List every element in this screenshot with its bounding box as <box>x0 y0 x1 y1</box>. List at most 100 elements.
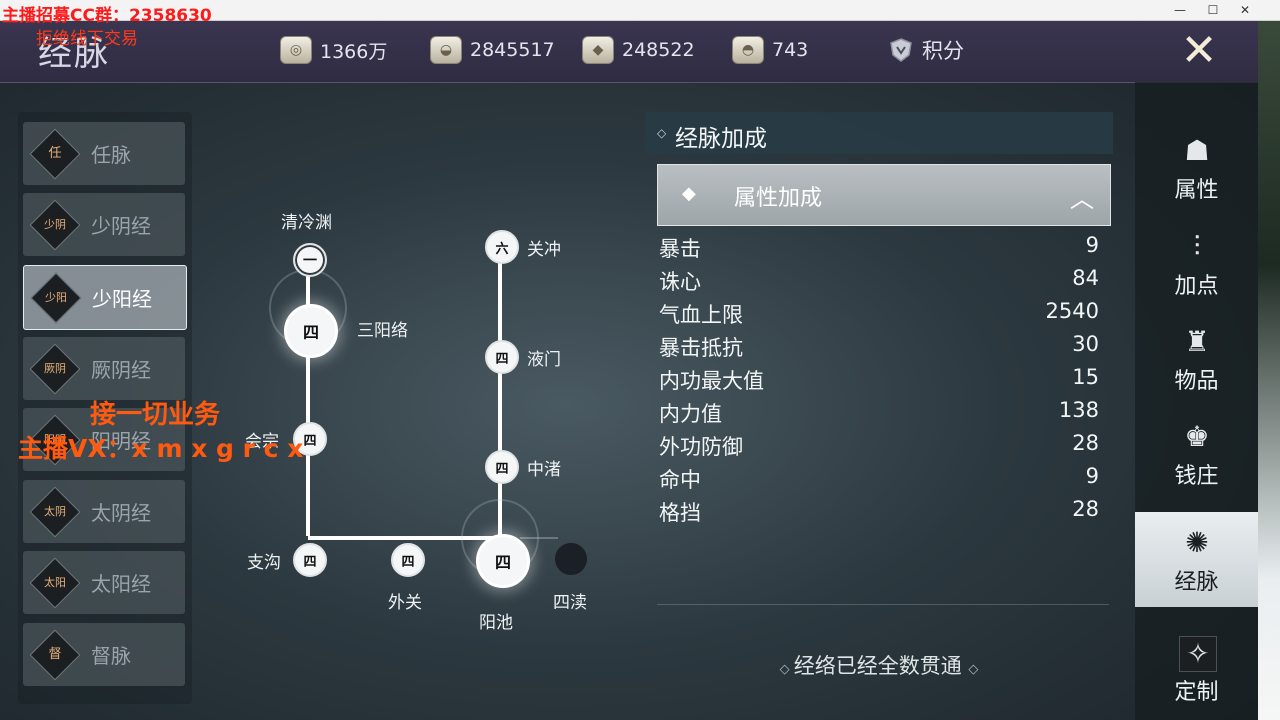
meridian-glyph-icon: 少阳 <box>30 272 82 324</box>
meridian-status: ◇ 经络已经全数贯通 ◇ <box>645 650 1113 680</box>
currency-value: 743 <box>772 39 809 61</box>
meridian-glyph-icon: 太阳 <box>29 557 81 609</box>
node-glyph: 四 <box>303 554 317 570</box>
diamond-icon: ◆ <box>682 183 696 204</box>
currency-value: 248522 <box>622 39 695 61</box>
attribute-name: 外功防御 <box>659 435 743 459</box>
attribute-value: 30 <box>1072 332 1099 356</box>
acupoint-graph: 一 四 四 四 四 四 四 四 六 清冷渊 三阳络 会宗 支沟 外关 阳池 四渎… <box>200 100 630 660</box>
right-nav: ☗ 属性 ⫶ 加点 ♜ 物品 ♚ 钱庄 ✺ 经脉 ✧ 定制 <box>1135 82 1258 720</box>
attribute-row: 内功最大值 15 <box>659 362 1099 395</box>
attribute-value: 9 <box>1085 464 1099 488</box>
diamond-icon: ◇ <box>657 126 667 140</box>
node-glyph: 六 <box>495 241 509 257</box>
meridian-glyph-icon: 厥阴 <box>29 343 81 395</box>
meridian-item-shaoyang[interactable]: 少阳 少阳经 <box>23 265 187 330</box>
background-window-strip <box>1258 20 1280 720</box>
nav-meridians[interactable]: ✺ 经脉 <box>1135 512 1258 607</box>
attribute-value: 9 <box>1085 233 1099 257</box>
node-glyph: 四 <box>494 553 511 572</box>
meridian-item-renmai[interactable]: 任 任脉 <box>23 122 185 185</box>
money-bag-icon: ♚ <box>1184 420 1210 453</box>
nav-label: 加点 <box>1174 274 1219 299</box>
minimize-button[interactable]: — <box>1165 0 1195 20</box>
currency-value: 2845517 <box>470 39 555 61</box>
bag-icon: ♜ <box>1184 325 1210 358</box>
node-glyph: 四 <box>303 433 317 449</box>
node-glyph: 四 <box>401 554 415 570</box>
node-waiguan[interactable]: 四 <box>391 543 425 577</box>
attribute-list[interactable]: 暴击 9 诛心 84 气血上限 2540 暴击抵抗 30 内功最大值 15 内力… <box>659 230 1099 534</box>
points-button[interactable]: 积分 <box>888 30 964 70</box>
nav-label: 物品 <box>1174 369 1219 394</box>
attribute-row: 暴击 9 <box>659 230 1099 263</box>
node-qinglengyuan[interactable]: 一 <box>293 243 327 277</box>
meridian-glyph-icon: 少阴 <box>29 199 81 251</box>
meridian-item-taiyin[interactable]: 太阴 太阴经 <box>23 480 185 543</box>
close-icon[interactable]: ✕ <box>1170 22 1228 80</box>
node-yangchi[interactable]: 四 <box>476 534 530 588</box>
node-label-zhongzhu: 中渚 <box>527 460 561 480</box>
attribute-value: 84 <box>1072 266 1099 290</box>
gold-ingot-icon: ◓ <box>732 36 764 64</box>
meridian-item-dumai[interactable]: 督 督脉 <box>23 623 185 686</box>
attribute-name: 诛心 <box>659 270 701 294</box>
attribute-name: 暴击抵抗 <box>659 336 743 360</box>
attribute-row: 诛心 84 <box>659 263 1099 296</box>
attribute-value: 28 <box>1072 497 1099 521</box>
attribute-icon: ☗ <box>1184 134 1210 167</box>
nav-bank[interactable]: ♚ 钱庄 <box>1135 406 1258 501</box>
meridian-glyph-icon: 太阴 <box>29 486 81 538</box>
nav-customize[interactable]: ✧ 定制 <box>1135 622 1258 717</box>
meridian-label: 督脉 <box>91 644 131 668</box>
nav-label: 属性 <box>1174 178 1219 203</box>
attribute-name: 命中 <box>659 468 701 492</box>
node-label-guanchong: 关冲 <box>527 240 561 260</box>
nav-add-points[interactable]: ⫶ 加点 <box>1135 216 1258 311</box>
meridian-item-taiyang[interactable]: 太阳 太阳经 <box>23 551 185 614</box>
attribute-name: 格挡 <box>659 501 701 525</box>
meridian-glyph-icon: 任 <box>29 128 81 180</box>
meridian-item-shaoyin[interactable]: 少阴 少阴经 <box>23 193 185 256</box>
attribute-section-title: 属性加成 <box>734 186 823 211</box>
shield-icon <box>890 38 912 62</box>
meridian-label: 任脉 <box>91 143 131 167</box>
bonus-header: ◇ 经脉加成 <box>645 112 1113 154</box>
game-area: 经脉 ◎ 1366万 ◒ 2845517 ◆ 248522 ◓ 743 积分 ✕ <box>0 20 1258 720</box>
custom-icon: ✧ <box>1179 636 1217 672</box>
maximize-button[interactable]: ☐ <box>1198 0 1228 20</box>
node-zhigou[interactable]: 四 <box>293 543 327 577</box>
attribute-name: 气血上限 <box>659 303 743 327</box>
currency-jade: ◆ 248522 <box>582 30 695 70</box>
overlay-no-offline: 拒绝线下交易 <box>36 29 138 49</box>
attribute-row: 格挡 28 <box>659 494 1099 527</box>
node-guanchong[interactable]: 六 <box>485 230 519 264</box>
coin-icon: ◎ <box>280 36 312 64</box>
node-zhongzhu[interactable]: 四 <box>485 450 519 484</box>
node-label-waiguan: 外关 <box>388 593 422 613</box>
graph-lines <box>269 245 558 577</box>
node-yemen[interactable]: 四 <box>485 340 519 374</box>
attribute-value: 138 <box>1058 398 1099 422</box>
status-label: 经络已经全数贯通 <box>793 654 962 678</box>
node-sidu[interactable] <box>554 542 588 576</box>
nav-items[interactable]: ♜ 物品 <box>1135 311 1258 406</box>
attribute-row: 外功防御 28 <box>659 428 1099 461</box>
node-sanyangluo[interactable]: 四 <box>284 304 338 358</box>
window-close-button[interactable]: ✕ <box>1230 0 1260 20</box>
meridian-glyph-icon: 督 <box>29 629 81 681</box>
attribute-row: 内力值 138 <box>659 395 1099 428</box>
chevron-up-icon: ︿ <box>1070 185 1094 213</box>
diamond-icon: ◇ <box>968 662 979 677</box>
attribute-row: 暴击抵抗 30 <box>659 329 1099 362</box>
meridian-label: 少阴经 <box>91 214 151 238</box>
attribute-value: 2540 <box>1045 299 1099 323</box>
meridian-icon: ✺ <box>1185 526 1209 559</box>
meridian-label: 太阴经 <box>91 501 151 525</box>
attribute-bonus-toggle[interactable]: ◆ 属性加成 ︿ <box>657 164 1111 226</box>
attribute-name: 内力值 <box>659 402 722 426</box>
meridian-item-jueyin[interactable]: 厥阴 厥阴经 <box>23 337 185 400</box>
nav-attributes[interactable]: ☗ 属性 <box>1135 120 1258 215</box>
meridian-label: 太阳经 <box>91 572 151 596</box>
node-glyph: 四 <box>495 351 509 367</box>
